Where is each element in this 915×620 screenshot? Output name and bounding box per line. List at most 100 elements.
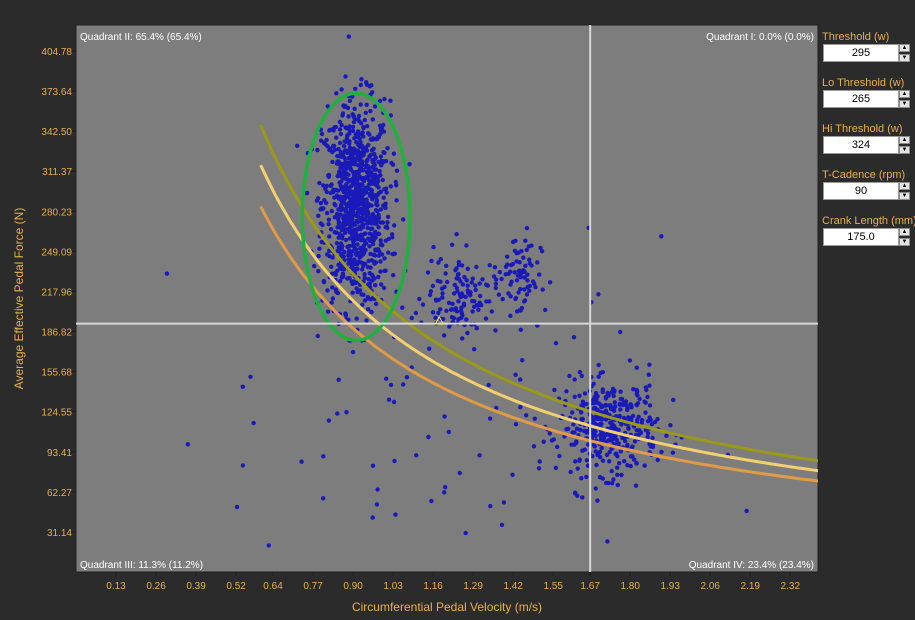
data-point: [319, 131, 325, 137]
data-point: [624, 403, 629, 408]
data-point: [472, 299, 477, 304]
data-point: [433, 315, 438, 320]
x-tick-label: 1.93: [660, 581, 680, 592]
y-tick-label: 280.23: [41, 207, 72, 218]
crank-length-down-icon[interactable]: ▼: [899, 238, 910, 246]
t-cadence-input[interactable]: [823, 182, 899, 200]
x-tick-label: 0.77: [303, 581, 323, 592]
x-tick-label: 1.67: [580, 581, 600, 592]
data-point: [343, 311, 348, 316]
data-point: [515, 273, 521, 278]
hi-threshold-up-icon[interactable]: ▲: [899, 136, 910, 144]
crank-length-input[interactable]: [823, 228, 899, 246]
data-point: [251, 420, 256, 426]
data-point: [634, 428, 639, 433]
threshold-down-icon[interactable]: ▼: [899, 54, 910, 62]
data-point: [385, 225, 390, 231]
data-point: [461, 301, 467, 306]
data-point: [338, 165, 343, 170]
data-point: [527, 283, 533, 289]
data-point: [506, 291, 511, 296]
data-point: [521, 255, 526, 260]
data-point: [400, 305, 405, 310]
data-point: [615, 472, 620, 477]
data-point: [340, 199, 346, 205]
data-point: [378, 154, 384, 159]
lo-threshold-up-icon[interactable]: ▲: [899, 90, 910, 98]
data-point: [331, 187, 336, 192]
data-point: [364, 175, 369, 180]
data-point: [321, 183, 326, 188]
data-point: [368, 218, 373, 223]
data-point: [359, 246, 364, 251]
data-point: [317, 180, 322, 186]
data-point: [373, 283, 378, 288]
data-point: [447, 324, 452, 329]
data-point: [611, 408, 617, 413]
data-point: [352, 257, 357, 262]
data-point: [370, 273, 375, 279]
data-point: [330, 159, 335, 165]
threshold-label: Threshold (w): [822, 31, 890, 43]
quadrant-iv-label: Quadrant IV: 23.4% (23.4%): [689, 560, 814, 571]
data-point: [362, 231, 367, 236]
data-point: [384, 376, 389, 381]
threshold-input[interactable]: [823, 44, 899, 62]
data-point: [335, 411, 340, 416]
data-point: [603, 408, 609, 413]
data-point: [340, 153, 346, 159]
threshold-up-icon[interactable]: ▲: [899, 44, 910, 52]
hi-threshold-input[interactable]: [823, 136, 899, 154]
data-point: [325, 309, 331, 314]
lo-threshold-input[interactable]: [823, 90, 899, 108]
data-point: [359, 143, 365, 148]
data-point: [452, 307, 457, 312]
data-point: [355, 220, 360, 225]
data-point: [435, 278, 440, 284]
data-point: [538, 245, 543, 251]
data-point: [325, 288, 330, 293]
data-point: [522, 275, 527, 280]
data-point: [513, 422, 519, 427]
data-point: [371, 259, 377, 264]
data-point: [442, 490, 447, 495]
data-point: [570, 410, 575, 415]
data-point: [483, 316, 489, 321]
t-cadence-down-icon[interactable]: ▼: [899, 192, 910, 200]
crank-length-up-icon[interactable]: ▲: [899, 228, 910, 236]
data-point: [618, 389, 623, 394]
data-point: [351, 146, 356, 151]
data-point: [347, 124, 352, 129]
data-point: [370, 137, 375, 142]
data-point: [364, 82, 370, 88]
data-point: [357, 119, 362, 124]
data-point: [518, 405, 523, 410]
data-point: [371, 252, 376, 257]
lo-threshold-down-icon[interactable]: ▼: [899, 100, 910, 108]
data-point: [318, 200, 324, 206]
y-tick-label: 249.09: [41, 247, 72, 258]
data-point: [487, 263, 492, 268]
data-point: [599, 434, 604, 440]
data-point: [611, 423, 617, 429]
data-point: [347, 141, 352, 146]
x-tick-label: 2.06: [701, 581, 721, 592]
x-tick-label: 0.26: [146, 581, 166, 592]
data-point: [449, 242, 455, 247]
data-point: [367, 231, 372, 236]
data-point: [597, 475, 603, 480]
data-point: [388, 184, 393, 189]
crank-length-spinbox: ▲ ▼: [823, 228, 910, 246]
data-point: [580, 495, 585, 500]
data-point: [376, 185, 381, 190]
data-point: [524, 413, 529, 418]
x-tick-label: 0.39: [186, 581, 206, 592]
hi-threshold-down-icon[interactable]: ▼: [899, 146, 910, 154]
data-point: [571, 335, 577, 340]
threshold-spinbox: ▲ ▼: [823, 44, 910, 62]
data-point: [362, 272, 367, 277]
data-point: [466, 290, 471, 296]
y-axis: 404.78 373.64 342.50 311.37 280.23 249.09 217.…: [41, 47, 76, 539]
data-point: [629, 402, 634, 408]
t-cadence-up-icon[interactable]: ▲: [899, 182, 910, 190]
